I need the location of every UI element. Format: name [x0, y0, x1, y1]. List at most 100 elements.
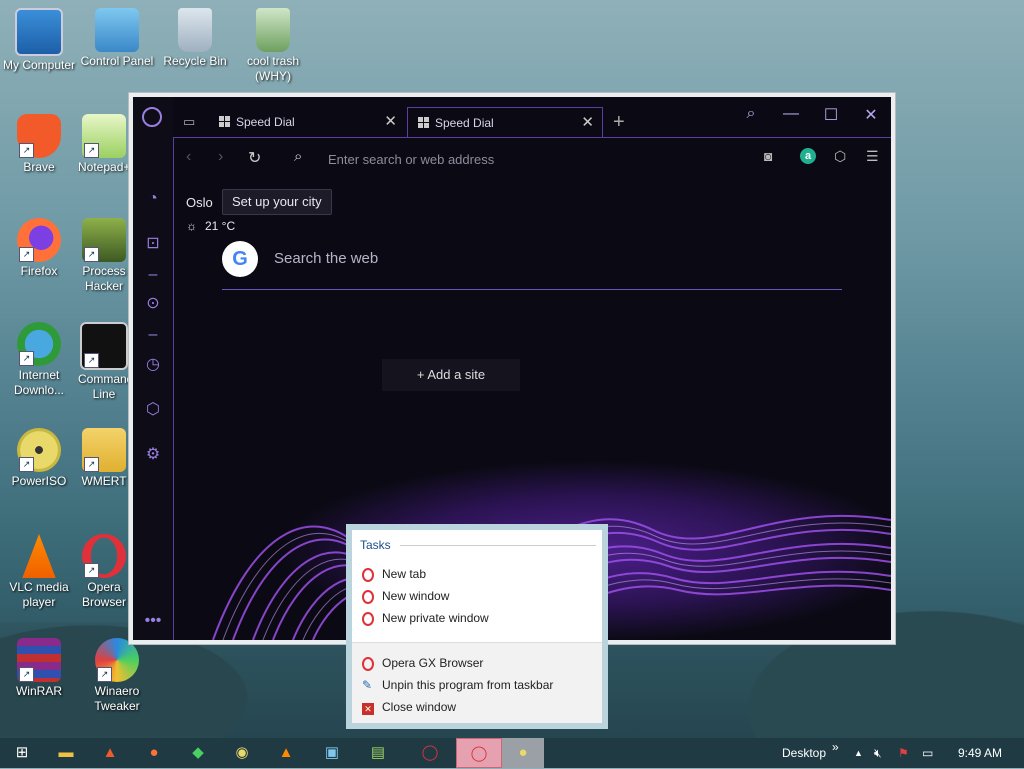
- jump-item-label: Opera GX Browser: [382, 656, 484, 670]
- speedometer-icon[interactable]: ◔: [143, 189, 163, 209]
- cube-icon[interactable]: ⬡: [834, 148, 846, 165]
- desktop-toolbar-label[interactable]: Desktop: [782, 738, 826, 768]
- jump-list-footer: Opera GX Browser ✎ Unpin this program fro…: [352, 642, 602, 723]
- chevron-icon[interactable]: »: [832, 732, 839, 762]
- taskbar-app[interactable]: ●: [502, 738, 544, 768]
- computer-icon: [15, 8, 63, 56]
- taskbar: ⊞ ▬ ▲ ● ◆ ◉ ▲ ▣ ▤ ◯ ◯ ● Desktop » ▲ 🔇︎ ⚑…: [0, 738, 1024, 768]
- tab-speed-dial-2[interactable]: Speed Dial ✕: [407, 107, 603, 138]
- desktop-icon-label: Brave: [23, 160, 55, 174]
- sidebar: ◔ ⊡ – ⊙ – ◷ ⬡ ⚙ •••: [133, 97, 173, 640]
- bag-icon[interactable]: ⊡: [143, 234, 163, 254]
- desktop-icon-label: Winaero Tweaker: [94, 684, 140, 713]
- taskbar-vlc[interactable]: ▲: [264, 738, 308, 768]
- desktop-icon-label: WinRAR: [15, 684, 62, 698]
- speed-dial-icon: [418, 117, 429, 128]
- security-icon[interactable]: ⚑: [898, 738, 909, 768]
- jump-item-label: New tab: [382, 567, 427, 581]
- jump-close-window[interactable]: ✕ Close window: [362, 697, 456, 717]
- reload-icon[interactable]: ↻: [248, 148, 261, 168]
- desktop-icon-winaero[interactable]: ↗ Winaero Tweaker: [78, 638, 156, 714]
- new-tab-button[interactable]: +: [613, 111, 625, 134]
- desktop-icon-notepad[interactable]: ↗ Notepad++: [78, 114, 130, 175]
- history-icon[interactable]: ◷: [143, 355, 163, 375]
- more-icon[interactable]: •••: [143, 611, 163, 631]
- jump-opera-gx[interactable]: Opera GX Browser: [362, 653, 483, 673]
- forward-icon[interactable]: ›: [218, 148, 223, 166]
- tasks-heading: Tasks: [360, 538, 391, 552]
- weather-city: Oslo: [186, 195, 213, 210]
- desktop-icon-opera[interactable]: ↗ Opera Browser: [78, 534, 130, 610]
- taskbar-poweriso[interactable]: ◉: [220, 738, 264, 768]
- taskbar-firefox[interactable]: ●: [132, 738, 176, 768]
- cube-icon[interactable]: ⬡: [143, 400, 163, 420]
- close-window-button[interactable]: ✕: [859, 105, 883, 125]
- network-icon[interactable]: ▭: [922, 738, 933, 768]
- desktop-icon-cool-trash[interactable]: cool trash (WHY): [234, 8, 312, 84]
- camera-icon[interactable]: ◙: [764, 148, 772, 164]
- disc-icon: ↗: [17, 428, 61, 472]
- taskbar-brave[interactable]: ▲: [88, 738, 132, 768]
- start-button[interactable]: ⊞: [0, 738, 44, 768]
- notepad-icon: ↗: [82, 114, 126, 158]
- add-site-button[interactable]: + Add a site: [382, 359, 520, 391]
- minimize-button[interactable]: —: [779, 105, 803, 123]
- opera-icon: [362, 657, 374, 671]
- address-input[interactable]: [326, 146, 710, 172]
- jump-new-private-window[interactable]: New private window: [362, 608, 489, 628]
- process-hacker-icon: ↗: [82, 218, 126, 262]
- desktop-icon-label: VLC media player: [9, 580, 69, 609]
- desktop-icon-brave[interactable]: ↗ Brave: [0, 114, 78, 175]
- player-icon[interactable]: ⊙: [143, 294, 163, 314]
- desktop-icon-recycle-bin[interactable]: Recycle Bin: [156, 8, 234, 69]
- address-bar: ‹ › ↻ ⌕ ◙ a ⬡ ☰: [173, 137, 891, 182]
- desktop-icon-firefox[interactable]: ↗ Firefox: [0, 218, 78, 279]
- desktop-icon-label: Internet Downlo...: [13, 368, 65, 397]
- desktop-icon-label: Command Line: [78, 372, 130, 401]
- search-box[interactable]: G Search the web: [222, 241, 842, 290]
- taskbar-opera-gx[interactable]: ◯: [456, 738, 502, 768]
- desktop-icon-vlc[interactable]: VLC media player: [0, 534, 78, 610]
- divider: –: [148, 266, 158, 283]
- close-icon[interactable]: ✕: [384, 107, 397, 137]
- taskbar-notepad[interactable]: ▤: [356, 738, 400, 768]
- back-icon[interactable]: ‹: [186, 148, 191, 166]
- tab-label: Speed Dial: [236, 115, 295, 129]
- maximize-button[interactable]: ☐: [819, 105, 843, 125]
- desktop-icon-control-panel[interactable]: Control Panel: [78, 8, 156, 69]
- jump-new-tab[interactable]: New tab: [362, 564, 426, 584]
- tray-up-arrow-icon[interactable]: ▲: [854, 738, 863, 768]
- jump-item-label: Unpin this program from taskbar: [382, 678, 554, 692]
- clock[interactable]: 9:49 AM: [958, 738, 1002, 768]
- desktop-icon-my-computer[interactable]: My Computer: [0, 8, 78, 73]
- desktop-icon-wmert[interactable]: ↗ WMERT: [78, 428, 130, 489]
- desktop-icon-winrar[interactable]: ↗ WinRAR: [0, 638, 78, 699]
- winaero-icon: ↗: [95, 638, 139, 682]
- taskbar-opera[interactable]: ◯: [408, 738, 452, 768]
- jump-unpin[interactable]: ✎ Unpin this program from taskbar: [362, 675, 553, 695]
- desktop-icon-process-hacker[interactable]: ↗ Process Hacker: [78, 218, 130, 294]
- desktop-icon-command-line[interactable]: ↗ Command Line: [78, 322, 130, 402]
- search-tabs-icon[interactable]: ⌕: [739, 105, 763, 123]
- jump-new-window[interactable]: New window: [362, 586, 449, 606]
- desktop-icon-poweriso[interactable]: ↗ PowerISO: [0, 428, 78, 489]
- search-placeholder: Search the web: [274, 250, 379, 267]
- gamepad-icon[interactable]: ▭: [183, 114, 195, 130]
- close-icon[interactable]: ✕: [581, 108, 594, 138]
- taskbar-idm[interactable]: ◆: [176, 738, 220, 768]
- set-city-button[interactable]: Set up your city: [222, 189, 332, 215]
- easy-setup-icon[interactable]: ☰: [866, 148, 879, 165]
- opera-logo-icon[interactable]: [142, 107, 162, 127]
- shortcut-arrow-icon: ↗: [84, 143, 99, 158]
- taskbar-explorer[interactable]: ▬: [44, 738, 88, 768]
- idm-icon: ↗: [17, 322, 61, 366]
- taskbar-control-panel[interactable]: ▣: [310, 738, 354, 768]
- tab-speed-dial-1[interactable]: Speed Dial ✕: [209, 107, 405, 137]
- gear-icon[interactable]: ⚙: [143, 445, 163, 465]
- desktop-icon-label: Control Panel: [80, 54, 154, 68]
- desktop-icon-internet-download[interactable]: ↗ Internet Downlo...: [0, 322, 78, 398]
- temperature: 21 °C: [205, 219, 236, 233]
- volume-muted-icon[interactable]: 🔇︎: [874, 738, 882, 768]
- tab-bar: ▭ Speed Dial ✕ Speed Dial ✕ + ⌕ — ☐ ✕: [173, 97, 891, 138]
- aria-icon[interactable]: a: [800, 148, 816, 164]
